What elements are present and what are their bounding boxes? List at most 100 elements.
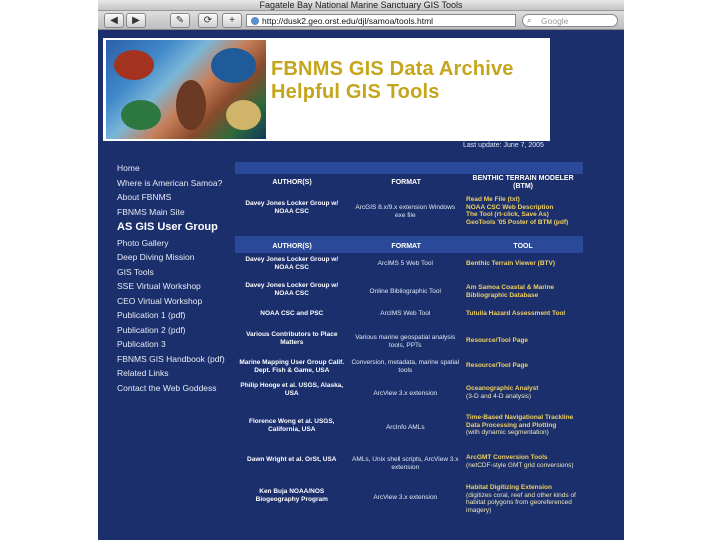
row-format: ArcIMS Web Tool <box>380 310 431 317</box>
btm-readme-link[interactable]: Read Me File (txt) <box>466 196 581 204</box>
search-input[interactable]: ⌕ Google <box>522 14 618 27</box>
sidebar-item-sse-workshop[interactable]: SSE Virtual Workshop <box>117 281 232 291</box>
row-author: NOAA CSC and PSC <box>260 310 324 317</box>
sidebar-item-deep-diving[interactable]: Deep Diving Mission <box>117 252 232 262</box>
sidebar-item-ceo-workshop[interactable]: CEO Virtual Workshop <box>117 296 232 306</box>
table-header-btm: AUTHOR(S) FORMAT BENTHIC TERRAIN MODELER… <box>235 174 583 192</box>
tool-link[interactable]: Resource/Tool Page <box>466 362 528 369</box>
table-row: NOAA CSC and PSC ArcIMS Web Tool Tutuila… <box>235 307 583 329</box>
tool-sub: (with dynamic segmentation) <box>466 429 549 436</box>
tool-sub: (3-D and 4-D analysis) <box>466 392 532 400</box>
sidebar-item-user-group[interactable]: AS GIS User Group <box>117 221 232 233</box>
bookmark-icon[interactable]: ✎ <box>170 13 190 28</box>
row-tool[interactable]: Oceanographic Analyst (3-D and 4-D analys… <box>462 382 583 400</box>
row-format: AMLs, Unix shell scripts, ArcView 3.x ex… <box>352 456 459 471</box>
page-title: FBNMS GIS Data Archive Helpful GIS Tools <box>271 58 514 104</box>
samoa-photo-collage <box>106 40 266 139</box>
header-format: FORMAT <box>391 242 421 250</box>
table-row: Philip Hooge et al. USGS, Alaska, USA Ar… <box>235 379 583 412</box>
sidebar-item-contact[interactable]: Contact the Web Goddess <box>117 383 232 393</box>
header-author: AUTHOR(S) <box>272 179 312 186</box>
last-update: Last update: June 7, 2005 <box>463 142 544 149</box>
table-row: Dawn Wright et al. OrSt, USA AMLs, Unix … <box>235 452 583 482</box>
table-row: Davey Jones Locker Group w/ NOAA CSC Arc… <box>235 192 583 236</box>
tool-link[interactable]: Resource/Tool Page <box>466 337 528 344</box>
row-tool[interactable]: Am Samoa Coastal & Marine Bibliographic … <box>462 282 583 299</box>
sidebar-item-publication-2[interactable]: Publication 2 (pdf) <box>117 325 232 335</box>
row-author: Davey Jones Locker Group w/ NOAA CSC <box>245 256 339 271</box>
table-band <box>235 162 583 174</box>
row-format: ArcView 3.x extension <box>373 494 438 501</box>
row-format: ArcIMS 5 Web Tool <box>377 260 433 267</box>
tool-link[interactable]: Benthic Terrain Viewer (BTV) <box>466 260 555 267</box>
header-banner: FBNMS GIS Data Archive Helpful GIS Tools <box>103 38 550 141</box>
sidebar-item-about[interactable]: About FBNMS <box>117 192 232 202</box>
tool-sub: (digitizes coral, reef and other kinds o… <box>466 491 576 514</box>
tool-sub: (netCDF-style GMT grid conversions) <box>466 461 574 469</box>
row-author: Marine Mapping User Group Calif. Dept. F… <box>239 359 345 374</box>
search-placeholder: Google <box>541 16 569 26</box>
sidebar-item-related-links[interactable]: Related Links <box>117 368 232 378</box>
tool-link[interactable]: Am Samoa Coastal & Marine Bibliographic … <box>466 284 554 299</box>
back-button[interactable]: ◀ <box>104 13 124 28</box>
table-row: Ken Buja NOAA/NOS Biogeography Program A… <box>235 482 583 518</box>
row-format: ArcGIS 8.x/9.x extension Windows exe fil… <box>355 204 456 219</box>
row-author: Davey Jones Locker Group w/ NOAA CSC <box>245 282 339 297</box>
row-tool[interactable]: Habitat Digitizing Extension (digitizes c… <box>462 484 583 514</box>
url-text: http://dusk2.geo.orst.edu/djl/samoa/tool… <box>262 16 434 26</box>
header-author: AUTHOR(S) <box>272 242 312 250</box>
photo-detail <box>211 48 256 83</box>
btm-poster-link[interactable]: GeoTools '05 Poster of BTM (pdf) <box>466 219 581 227</box>
sidebar-item-where-is-samoa[interactable]: Where is American Samoa? <box>117 178 232 188</box>
table-row: Davey Jones Locker Group w/ NOAA CSC Onl… <box>235 279 583 307</box>
sidebar-item-handbook[interactable]: FBNMS GIS Handbook (pdf) <box>117 354 232 364</box>
row-tool[interactable]: Tutuila Hazard Assessment Tool <box>462 310 583 318</box>
row-tool: Read Me File (txt) NOAA CSC Web Descript… <box>462 196 583 226</box>
row-format: ArcInfo AMLs <box>385 424 425 431</box>
new-tab-button[interactable]: + <box>222 13 242 28</box>
row-tool[interactable]: Resource/Tool Page <box>462 359 583 370</box>
row-format: ArcView 3.x extension <box>373 390 438 397</box>
page-content: FBNMS GIS Data Archive Helpful GIS Tools… <box>98 31 624 540</box>
sidebar-item-main-site[interactable]: FBNMS Main Site <box>117 207 232 217</box>
sidebar-nav: Home Where is American Samoa? About FBNM… <box>117 163 232 397</box>
tool-link[interactable]: Oceanographic Analyst <box>466 385 538 392</box>
address-bar[interactable]: http://dusk2.geo.orst.edu/djl/samoa/tool… <box>246 14 516 27</box>
tool-link[interactable]: Time-Based Navigational Trackline Data P… <box>466 414 573 429</box>
row-tool[interactable]: ArcGMT Conversion Tools (netCDF-style GMT… <box>462 454 583 469</box>
row-tool[interactable]: Resource/Tool Page <box>462 331 583 345</box>
search-icon: ⌕ <box>527 16 532 25</box>
row-author: Various Contributors to Place Matters <box>246 331 338 346</box>
header-btm: BENTHIC TERRAIN MODELER (BTM) <box>472 175 574 190</box>
photo-detail <box>121 100 161 130</box>
row-author: Davey Jones Locker Group w/ NOAA CSC <box>245 200 339 215</box>
header-format: FORMAT <box>391 179 421 186</box>
header-tool: TOOL <box>513 242 533 250</box>
btm-csc-link[interactable]: NOAA CSC Web Description <box>466 204 581 212</box>
browser-toolbar: ◀ ▶ ✎ ⟳ + http://dusk2.geo.orst.edu/djl/… <box>98 11 624 30</box>
row-tool[interactable]: Benthic Terrain Viewer (BTV) <box>462 256 583 268</box>
table-header-tools: AUTHOR(S) FORMAT TOOL <box>235 240 583 253</box>
sidebar-item-home[interactable]: Home <box>117 163 232 173</box>
tool-link[interactable]: Habitat Digitizing Extension <box>466 484 552 491</box>
table-row: Various Contributors to Place Matters Va… <box>235 329 583 358</box>
tool-link[interactable]: Tutuila Hazard Assessment Tool <box>466 310 565 317</box>
reload-button[interactable]: ⟳ <box>198 13 218 28</box>
sidebar-item-photo-gallery[interactable]: Photo Gallery <box>117 238 232 248</box>
row-author: Philip Hooge et al. USGS, Alaska, USA <box>240 382 344 397</box>
forward-button[interactable]: ▶ <box>126 13 146 28</box>
site-icon <box>251 17 259 25</box>
photo-detail <box>114 50 154 80</box>
table-row: Florence Wong et al. USGS, California, U… <box>235 412 583 452</box>
sidebar-item-publication-3[interactable]: Publication 3 <box>117 339 232 349</box>
table-row: Marine Mapping User Group Calif. Dept. F… <box>235 358 583 379</box>
window-title: Fagatele Bay National Marine Sanctuary G… <box>98 0 624 11</box>
sidebar-item-publication-1[interactable]: Publication 1 (pdf) <box>117 310 232 320</box>
sidebar-item-gis-tools[interactable]: GIS Tools <box>117 267 232 277</box>
photo-detail <box>226 100 261 130</box>
row-author: Ken Buja NOAA/NOS Biogeography Program <box>255 488 328 503</box>
row-tool[interactable]: Time-Based Navigational Trackline Data P… <box>462 414 583 437</box>
btm-tool-link[interactable]: The Tool (rt-click, Save As) <box>466 211 581 219</box>
tool-link[interactable]: ArcGMT Conversion Tools <box>466 454 548 461</box>
banner-title-line1: FBNMS GIS Data Archive <box>271 58 514 80</box>
